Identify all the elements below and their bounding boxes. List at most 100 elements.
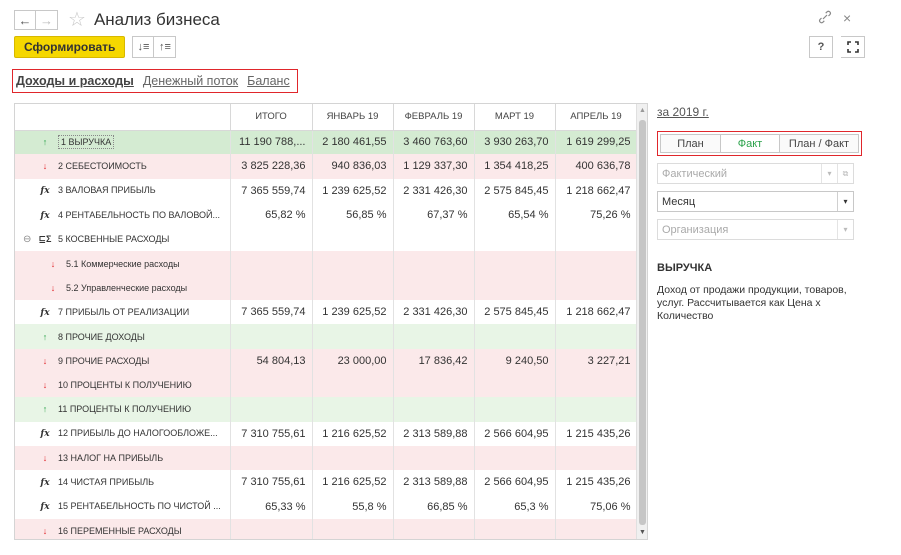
vertical-scrollbar[interactable]: ▲ ▼ bbox=[636, 104, 647, 539]
organization-field[interactable]: Организация ▾ bbox=[657, 219, 854, 240]
scroll-down-icon[interactable]: ▼ bbox=[637, 529, 648, 536]
row-name-cell[interactable]: ↓ 2 СЕБЕСТОИМОСТЬ bbox=[15, 154, 231, 179]
value-cell[interactable]: 65,54 % bbox=[474, 202, 556, 228]
value-cell[interactable] bbox=[230, 518, 313, 539]
period-type-select[interactable]: Месяц ▾ bbox=[657, 191, 854, 212]
scroll-up-icon[interactable]: ▲ bbox=[637, 107, 648, 114]
table-row[interactable]: fx 4 РЕНТАБЕЛЬНОСТЬ ПО ВАЛОВОЙ... 65,82 % 5… bbox=[15, 202, 638, 228]
row-name-cell[interactable]: ↓ 5.2 Управленческие расходы bbox=[15, 275, 231, 301]
column-header-name[interactable] bbox=[15, 104, 231, 131]
collapse-icon[interactable]: ⊖ bbox=[23, 234, 33, 245]
value-cell[interactable] bbox=[555, 324, 638, 349]
generate-button[interactable]: Сформировать bbox=[14, 36, 126, 58]
value-cell[interactable] bbox=[555, 397, 638, 422]
value-cell[interactable]: 3 227,21 bbox=[555, 348, 638, 373]
value-cell[interactable] bbox=[393, 397, 475, 422]
value-cell[interactable]: 66,85 % bbox=[393, 494, 475, 519]
row-name-cell[interactable]: ↓ 16 ПЕРЕМЕННЫЕ РАСХОДЫ bbox=[15, 518, 231, 539]
back-button[interactable]: ← bbox=[14, 10, 36, 30]
value-cell[interactable]: 75,06 % bbox=[555, 494, 638, 519]
row-name-cell[interactable]: ↓ 9 ПРОЧИЕ РАСХОДЫ bbox=[15, 348, 231, 373]
value-cell[interactable]: 54 804,13 bbox=[230, 348, 313, 373]
value-cell[interactable]: 2 180 461,55 bbox=[312, 130, 394, 155]
value-cell[interactable] bbox=[393, 324, 475, 349]
value-cell[interactable]: 400 636,78 bbox=[555, 154, 638, 179]
table-row[interactable]: ↓ 10 ПРОЦЕНТЫ К ПОЛУЧЕНИЮ bbox=[15, 372, 638, 398]
value-cell[interactable] bbox=[474, 445, 556, 471]
link-icon[interactable] bbox=[818, 10, 832, 27]
value-cell[interactable]: 2 331 426,30 bbox=[393, 300, 475, 325]
fullscreen-button[interactable] bbox=[841, 36, 865, 58]
chevron-down-icon[interactable]: ▾ bbox=[837, 220, 853, 239]
open-icon[interactable]: ⧉ bbox=[837, 164, 853, 183]
table-row[interactable]: ↑ 1 ВЫРУЧКА 11 190 788,... 2 180 461,55 3 46… bbox=[15, 130, 638, 155]
table-row[interactable]: ↓ 9 ПРОЧИЕ РАСХОДЫ 54 804,13 23 000,00 17 83… bbox=[15, 348, 638, 373]
row-name-cell[interactable]: fx 14 ЧИСТАЯ ПРИБЫЛЬ bbox=[15, 470, 231, 495]
value-cell[interactable] bbox=[474, 324, 556, 349]
table-row[interactable]: ↓ 13 НАЛОГ НА ПРИБЫЛЬ bbox=[15, 445, 638, 471]
forward-button[interactable]: → bbox=[36, 10, 58, 30]
value-cell[interactable] bbox=[230, 372, 313, 398]
value-cell[interactable] bbox=[474, 275, 556, 301]
value-cell[interactable]: 1 215 435,26 bbox=[555, 470, 638, 495]
value-cell[interactable]: 7 365 559,74 bbox=[230, 300, 313, 325]
column-header-mar[interactable]: МАРТ 19 bbox=[474, 104, 556, 131]
value-cell[interactable]: 1 354 418,25 bbox=[474, 154, 556, 179]
table-row[interactable]: ↓ 5.2 Управленческие расходы bbox=[15, 275, 638, 301]
value-cell[interactable] bbox=[555, 372, 638, 398]
mode-plan-button[interactable]: План bbox=[660, 134, 721, 153]
table-row[interactable]: ↓ 16 ПЕРЕМЕННЫЕ РАСХОДЫ bbox=[15, 518, 638, 539]
value-cell[interactable] bbox=[555, 275, 638, 301]
value-cell[interactable]: 1 215 435,26 bbox=[555, 421, 638, 446]
value-cell[interactable]: 1 619 299,25 bbox=[555, 130, 638, 155]
value-cell[interactable] bbox=[312, 227, 394, 252]
table-row[interactable]: ↓ 5.1 Коммерческие расходы bbox=[15, 251, 638, 276]
value-cell[interactable]: 1 218 662,47 bbox=[555, 178, 638, 203]
value-cell[interactable] bbox=[393, 275, 475, 301]
value-cell[interactable] bbox=[393, 227, 475, 252]
value-cell[interactable] bbox=[474, 227, 556, 252]
sort-descending-button[interactable]: ↑≡ bbox=[154, 36, 177, 58]
tab-income-expenses[interactable]: Доходы и расходы bbox=[16, 74, 134, 88]
value-cell[interactable]: 23 000,00 bbox=[312, 348, 394, 373]
scenario-field[interactable]: Фактический ▾ ⧉ bbox=[657, 163, 854, 184]
table-row[interactable]: ↑ 8 ПРОЧИЕ ДОХОДЫ bbox=[15, 324, 638, 349]
row-name-cell[interactable]: fx 12 ПРИБЫЛЬ ДО НАЛОГООБЛОЖЕ... bbox=[15, 421, 231, 446]
table-row[interactable]: fx 14 ЧИСТАЯ ПРИБЫЛЬ 7 310 755,61 1 216 625… bbox=[15, 470, 638, 495]
value-cell[interactable] bbox=[312, 445, 394, 471]
value-cell[interactable]: 17 836,42 bbox=[393, 348, 475, 373]
value-cell[interactable]: 3 930 263,70 bbox=[474, 130, 556, 155]
table-row[interactable]: ↑ 11 ПРОЦЕНТЫ К ПОЛУЧЕНИЮ bbox=[15, 397, 638, 422]
value-cell[interactable]: 75,26 % bbox=[555, 202, 638, 228]
value-cell[interactable] bbox=[474, 518, 556, 539]
value-cell[interactable]: 11 190 788,... bbox=[230, 130, 313, 155]
value-cell[interactable] bbox=[474, 397, 556, 422]
scroll-thumb[interactable] bbox=[639, 120, 646, 525]
value-cell[interactable]: 3 460 763,60 bbox=[393, 130, 475, 155]
value-cell[interactable]: 940 836,03 bbox=[312, 154, 394, 179]
row-name-cell[interactable]: ↑ 11 ПРОЦЕНТЫ К ПОЛУЧЕНИЮ bbox=[15, 397, 231, 422]
chevron-down-icon[interactable]: ▾ bbox=[837, 192, 853, 211]
value-cell[interactable]: 1 216 625,52 bbox=[312, 421, 394, 446]
value-cell[interactable]: 2 313 589,88 bbox=[393, 421, 475, 446]
value-cell[interactable]: 1 239 625,52 bbox=[312, 300, 394, 325]
value-cell[interactable]: 2 566 604,95 bbox=[474, 421, 556, 446]
tab-balance[interactable]: Баланс bbox=[247, 74, 290, 88]
value-cell[interactable] bbox=[230, 227, 313, 252]
row-name-cell[interactable]: ↓ 5.1 Коммерческие расходы bbox=[15, 251, 231, 276]
column-header-total[interactable]: ИТОГО bbox=[230, 104, 313, 131]
mode-fact-button[interactable]: Факт bbox=[721, 134, 780, 153]
table-row[interactable]: fx 3 ВАЛОВАЯ ПРИБЫЛЬ 7 365 559,74 1 239 625… bbox=[15, 178, 638, 203]
value-cell[interactable] bbox=[312, 324, 394, 349]
table-row[interactable]: ⊖ ⊑Σ 5 КОСВЕННЫЕ РАСХОДЫ bbox=[15, 227, 638, 252]
value-cell[interactable]: 65,82 % bbox=[230, 202, 313, 228]
value-cell[interactable] bbox=[393, 518, 475, 539]
value-cell[interactable] bbox=[393, 372, 475, 398]
row-name-cell[interactable]: fx 7 ПРИБЫЛЬ ОТ РЕАЛИЗАЦИИ bbox=[15, 300, 231, 325]
value-cell[interactable]: 65,33 % bbox=[230, 494, 313, 519]
value-cell[interactable]: 2 575 845,45 bbox=[474, 300, 556, 325]
value-cell[interactable]: 9 240,50 bbox=[474, 348, 556, 373]
value-cell[interactable]: 65,3 % bbox=[474, 494, 556, 519]
value-cell[interactable]: 1 129 337,30 bbox=[393, 154, 475, 179]
sort-ascending-button[interactable]: ↓≡ bbox=[132, 36, 155, 58]
